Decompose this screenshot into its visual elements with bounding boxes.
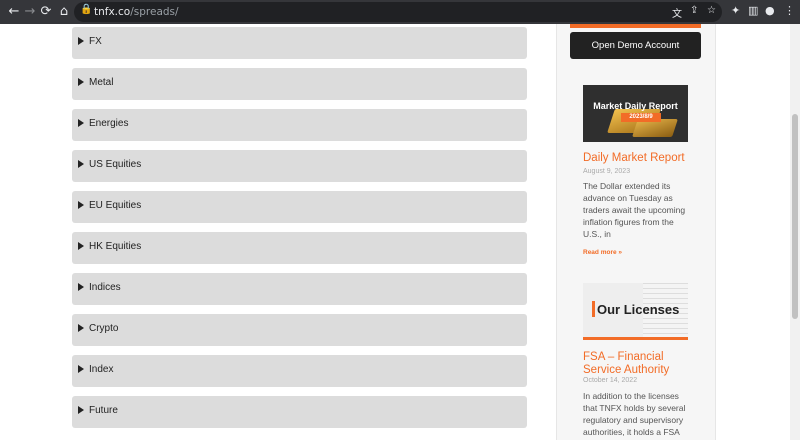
accordion-item-label: Index [89,364,114,375]
read-more-link[interactable]: Read more » [583,249,622,256]
address-bar[interactable]: 🔒 tnfx.co/spreads/ 文 ⇪ ☆ [74,2,722,22]
accordion-item-hk-equities[interactable]: HK Equities [72,232,527,264]
side-panel-icon[interactable]: ▥ [748,4,758,17]
page-content: FX Metal Energies US Equities EU Equities HK … [0,24,790,440]
expand-triangle-icon [78,324,84,332]
accordion-item-energies[interactable]: Energies [72,109,527,141]
post-title-daily-market-report[interactable]: Daily Market Report [583,152,685,165]
accordion-item-label: HK Equities [89,241,142,252]
reload-icon[interactable]: ⟳ [38,4,54,20]
bookmark-star-icon[interactable]: ☆ [707,5,716,16]
post-excerpt: The Dollar extended its advance on Tuesd… [583,181,686,239]
extensions-puzzle-icon[interactable]: ✦ [731,4,740,17]
expand-triangle-icon [78,365,84,373]
accordion-item-index[interactable]: Index [72,355,527,387]
back-arrow-icon[interactable]: ← [6,4,22,20]
accordion-item-label: US Equities [89,159,142,170]
accent-bar [592,301,595,317]
share-icon[interactable]: ⇪ [690,5,698,16]
lock-icon: 🔒 [80,4,93,15]
open-demo-account-button[interactable]: Open Demo Account [570,32,701,59]
forward-arrow-icon[interactable]: → [22,4,38,20]
accordion-item-indices[interactable]: Indices [72,273,527,305]
orange-accent-button[interactable] [570,24,701,28]
expand-triangle-icon [78,119,84,127]
profile-icon[interactable]: ● [765,4,775,17]
market-report-thumbnail[interactable]: Market Daily Report 2023/8/9 [583,85,688,142]
thumbnail-title: Market Daily Report [593,101,678,111]
accordion-item-label: Energies [89,118,129,129]
expand-triangle-icon [78,406,84,414]
accordion-item-label: FX [89,36,102,47]
menu-kebab-icon[interactable]: ⋮ [784,4,795,17]
thumbnail-date: 2023/8/9 [621,113,661,122]
accordion-item-label: Indices [89,282,121,293]
accordion-item-metal[interactable]: Metal [72,68,527,100]
licenses-thumbnail[interactable]: Our Licenses [583,283,688,340]
page-scrollbar[interactable] [790,24,800,440]
home-icon[interactable]: ⌂ [56,4,72,20]
accordion-item-fx[interactable]: FX [72,27,527,59]
expand-triangle-icon [78,78,84,86]
post-excerpt: In addition to the licenses that TNFX ho… [583,391,686,437]
thumbnail-title: Our Licenses [597,302,680,317]
accordion-item-us-equities[interactable]: US Equities [72,150,527,182]
accordion-item-label: Future [89,405,118,416]
browser-toolbar: ← → ⟳ ⌂ 🔒 tnfx.co/spreads/ 文 ⇪ ☆ ✦ ▥ ● ⋮ [0,0,800,24]
post-title-fsa[interactable]: FSA – Financial Service Authority [583,351,693,377]
expand-triangle-icon [78,160,84,168]
accordion-item-eu-equities[interactable]: EU Equities [72,191,527,223]
accordion-item-label: EU Equities [89,200,142,211]
accordion-item-label: Metal [89,77,114,88]
accordion-item-label: Crypto [89,323,119,334]
post-date: October 14, 2022 [583,377,638,384]
translate-icon[interactable]: 文 [672,5,682,20]
post-date: August 9, 2023 [583,168,631,175]
expand-triangle-icon [78,242,84,250]
scrollbar-thumb[interactable] [792,114,798,319]
accordion-item-crypto[interactable]: Crypto [72,314,527,346]
expand-triangle-icon [78,283,84,291]
expand-triangle-icon [78,37,84,45]
url-text[interactable]: tnfx.co/spreads/ [94,6,179,18]
expand-triangle-icon [78,201,84,209]
accordion-item-future[interactable]: Future [72,396,527,428]
